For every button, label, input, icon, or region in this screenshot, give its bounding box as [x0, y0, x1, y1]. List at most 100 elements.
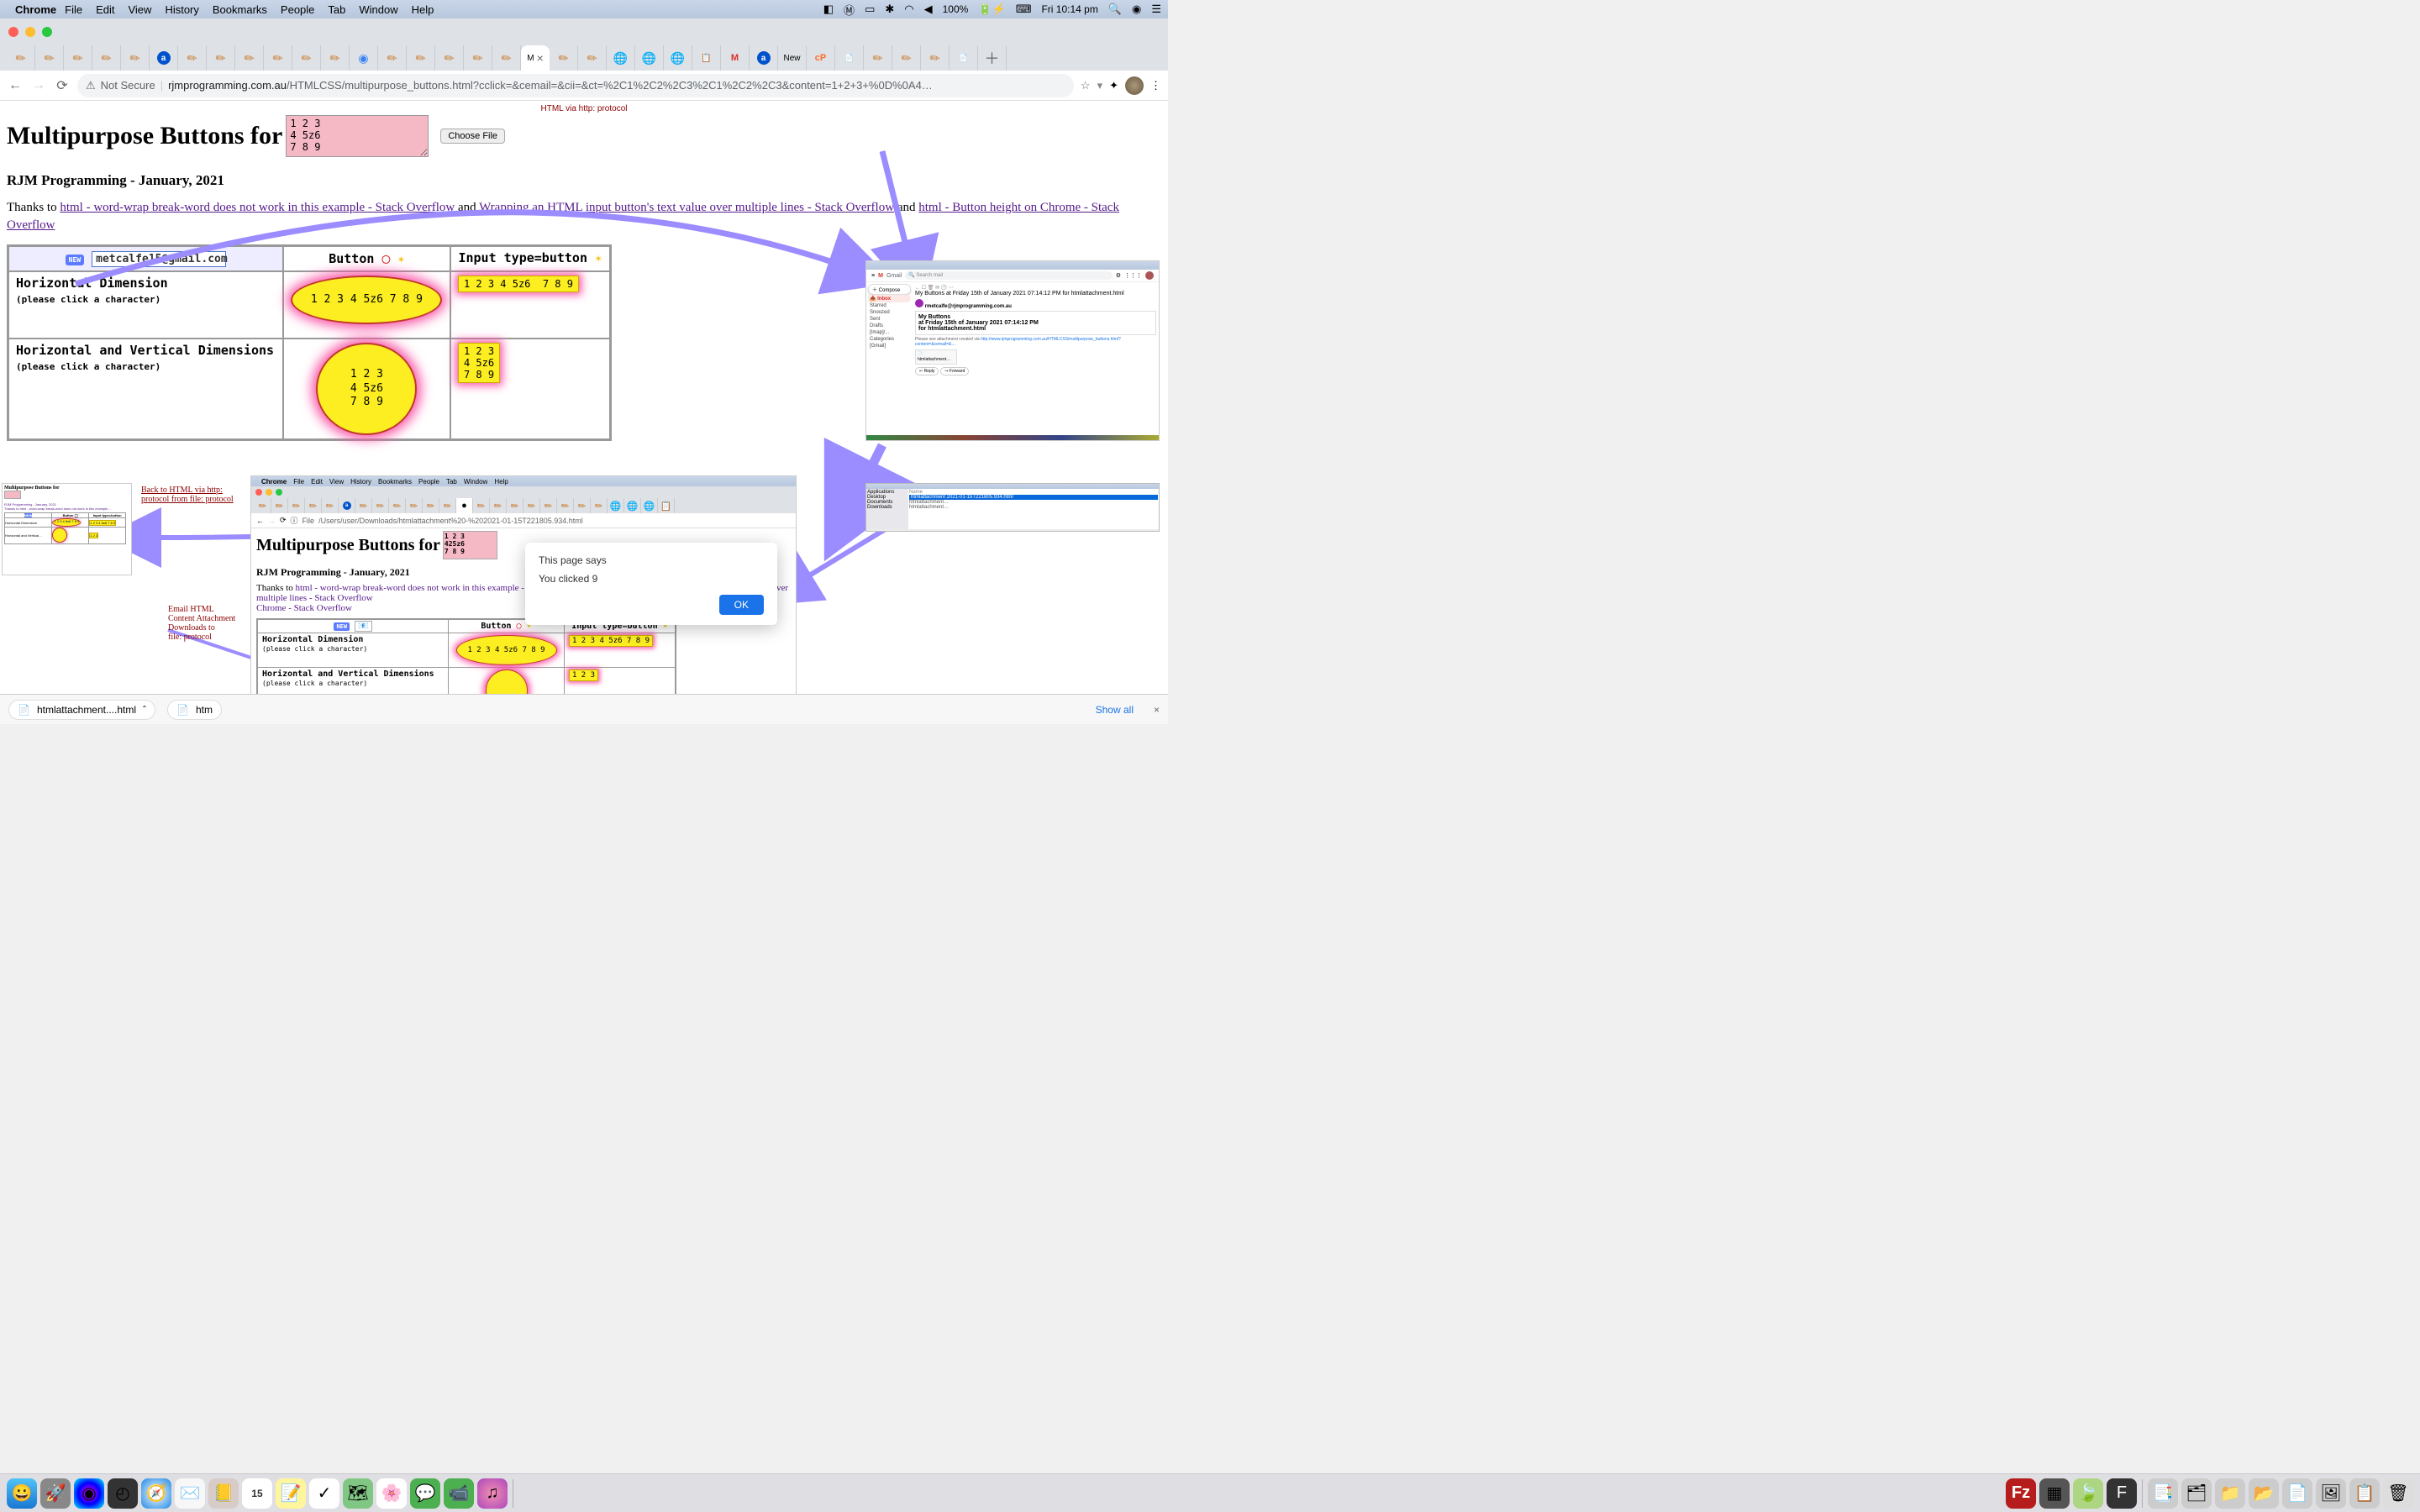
facetime-icon[interactable]: 📹 [444, 1478, 474, 1509]
show-all-downloads[interactable]: Show all [1096, 704, 1134, 716]
browser-tab[interactable]: M [721, 45, 750, 71]
dock-stack-icon[interactable]: 🗂 [2181, 1478, 2212, 1509]
dock-stack-icon[interactable]: 📂 [2249, 1478, 2279, 1509]
browser-tab[interactable]: 📋 [692, 45, 721, 71]
dock-stack-icon[interactable]: 🖼 [2316, 1478, 2346, 1509]
finder-icon[interactable]: 😀 [7, 1478, 37, 1509]
menu-history[interactable]: History [165, 3, 198, 16]
content-textarea[interactable]: 1 2 3 4 5z6 7 8 9 [286, 115, 429, 157]
dock-stack-icon[interactable]: 📑 [2148, 1478, 2178, 1509]
calendar-icon[interactable]: 15 [242, 1478, 272, 1509]
menu-file[interactable]: File [65, 3, 82, 16]
browser-tab[interactable]: ✎ [435, 45, 464, 71]
airplay-icon[interactable]: ▭ [865, 3, 875, 16]
launchpad-icon[interactable]: 🚀 [40, 1478, 71, 1509]
link-so-wordwrap[interactable]: html - word-wrap break-word does not wor… [60, 201, 455, 214]
close-shelf-icon[interactable]: × [1154, 704, 1160, 716]
new-tab-button[interactable]: ＋ [978, 45, 1007, 71]
browser-tab[interactable]: ✎ [35, 45, 64, 71]
browser-tab[interactable]: ✎ [492, 45, 521, 71]
square-input-hv[interactable]: 1 2 3 4 5z6 7 8 9 [458, 343, 500, 383]
browser-tab[interactable]: 📄 [950, 45, 978, 71]
oval-button-horizontal[interactable]: 1 2 3 4 5z6 7 8 9 [291, 276, 442, 324]
browser-tab[interactable]: 📄 [835, 45, 864, 71]
close-tab-icon[interactable]: × [537, 51, 544, 65]
url-field[interactable]: ⚠ Not Secure | rjmprogramming.com.au/HTM… [77, 74, 1074, 97]
choose-file-button[interactable]: Choose File [440, 129, 505, 144]
filezilla-icon[interactable]: Fz [2006, 1478, 2036, 1509]
menu-tab[interactable]: Tab [328, 3, 345, 16]
menu-bookmarks[interactable]: Bookmarks [213, 3, 267, 16]
browser-tab[interactable]: 🌐 [635, 45, 664, 71]
menu-icon[interactable]: ⋮ [1150, 79, 1161, 92]
browser-tab[interactable]: ✎ [921, 45, 950, 71]
profile-avatar-icon[interactable] [1125, 76, 1144, 95]
maximize-window-icon[interactable] [42, 27, 52, 37]
maps-icon[interactable]: 🗺 [343, 1478, 373, 1509]
dock-stack-icon[interactable]: 📄 [2282, 1478, 2312, 1509]
reload-button[interactable]: ⟳ [54, 77, 71, 94]
record-icon[interactable]: ◯ [381, 250, 390, 266]
browser-tab[interactable]: ✎ [207, 45, 235, 71]
browser-tab[interactable]: ✎ [407, 45, 435, 71]
mail-icon[interactable]: ✉️ [175, 1478, 205, 1509]
download-item[interactable]: 📄 htm [167, 700, 222, 720]
app-icon[interactable]: ▦ [2039, 1478, 2070, 1509]
download-item[interactable]: 📄 htmlattachment....html ˆ [8, 700, 155, 720]
chevron-up-icon[interactable]: ˆ [143, 704, 146, 716]
browser-tab[interactable]: ✎ [121, 45, 150, 71]
menu-edit[interactable]: Edit [96, 3, 114, 16]
browser-tab[interactable]: ✎ [378, 45, 407, 71]
browser-tab[interactable]: ✎ [292, 45, 321, 71]
app-icon[interactable]: 🍃 [2073, 1478, 2103, 1509]
forward-button[interactable]: → [30, 78, 47, 93]
menu-people[interactable]: People [281, 3, 314, 16]
extensions-icon[interactable]: ✦ [1109, 79, 1118, 92]
safari-icon[interactable]: 🧭 [141, 1478, 171, 1509]
browser-tab[interactable]: ◉ [350, 45, 378, 71]
app-icon[interactable]: F [2107, 1478, 2137, 1509]
browser-tab[interactable]: ✎ [464, 45, 492, 71]
messages-icon[interactable]: 💬 [410, 1478, 440, 1509]
reminders-icon[interactable]: ✓ [309, 1478, 339, 1509]
dock-stack-icon[interactable]: 📋 [2349, 1478, 2380, 1509]
minimize-window-icon[interactable] [25, 27, 35, 37]
browser-tab[interactable]: ✎ [864, 45, 892, 71]
menu-icon[interactable]: ☰ [1151, 3, 1161, 16]
menu-view[interactable]: View [128, 3, 151, 16]
browser-tab[interactable]: ✎ [892, 45, 921, 71]
browser-tab[interactable]: ✎ [321, 45, 350, 71]
back-link[interactable]: Back to HTML via http: protocol from fil… [141, 486, 234, 504]
browser-tab[interactable]: a [150, 45, 178, 71]
app-name[interactable]: Chrome [15, 3, 56, 16]
link-so-inputwrap[interactable]: Wrapping an HTML input button's text val… [479, 201, 894, 214]
browser-tab[interactable]: a [750, 45, 778, 71]
siri-icon[interactable]: ◉ [74, 1478, 104, 1509]
spotlight-icon[interactable]: 🔍 [1108, 3, 1122, 16]
itunes-icon[interactable]: ♫ [477, 1478, 508, 1509]
bookmark-star-icon[interactable]: ☆ [1081, 79, 1091, 92]
menu-help[interactable]: Help [412, 3, 434, 16]
browser-tab-active[interactable]: M× [521, 45, 550, 71]
browser-tab[interactable]: New [778, 45, 807, 71]
bluetooth-icon[interactable]: ✱ [885, 3, 894, 16]
contacts-icon[interactable]: 📒 [208, 1478, 239, 1509]
browser-tab[interactable]: ✎ [235, 45, 264, 71]
keyboard-icon[interactable]: ⌨ [1016, 3, 1032, 16]
browser-tab[interactable]: ✎ [578, 45, 607, 71]
photos-icon[interactable]: 🌸 [376, 1478, 407, 1509]
dashboard-icon[interactable]: ◴ [108, 1478, 138, 1509]
dock-stack-icon[interactable]: 📁 [2215, 1478, 2245, 1509]
browser-tab[interactable]: ✎ [92, 45, 121, 71]
browser-tab[interactable]: 🌐 [664, 45, 692, 71]
browser-tab[interactable]: 🌐 [607, 45, 635, 71]
browser-tab[interactable]: ✎ [264, 45, 292, 71]
volume-icon[interactable]: ◀ [924, 3, 933, 16]
oval-button-hv[interactable]: 1 2 3 4 5z6 7 8 9 [316, 343, 417, 435]
alert-ok-button[interactable]: OK [719, 595, 764, 615]
browser-tab[interactable]: ✎ [550, 45, 578, 71]
browser-tab[interactable]: ✎ [64, 45, 92, 71]
back-button[interactable]: ← [7, 78, 24, 93]
menu-window[interactable]: Window [359, 3, 397, 16]
email-input[interactable]: metcalfe15@gmail.com [92, 251, 226, 267]
